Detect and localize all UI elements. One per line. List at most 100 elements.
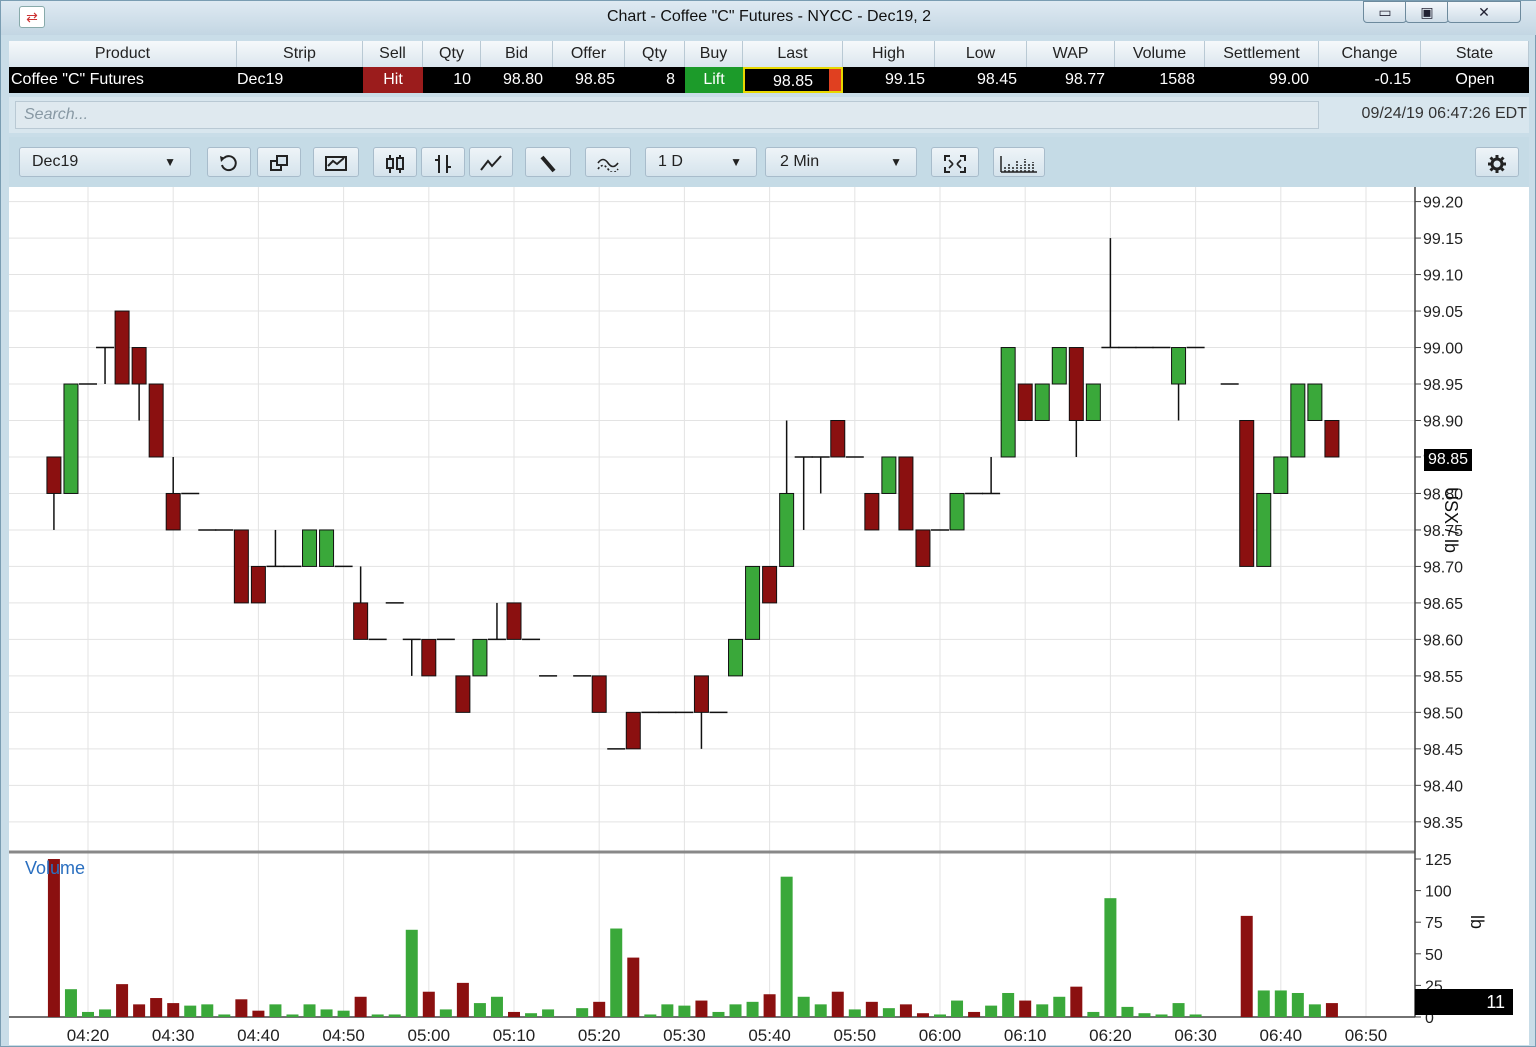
col-header-sell[interactable]: Sell — [363, 41, 423, 67]
search-input[interactable] — [15, 101, 1319, 129]
volume-bar-down — [968, 1011, 981, 1017]
volume-bar-up — [1036, 1004, 1049, 1017]
col-header-qty-offer[interactable]: Qty — [625, 41, 685, 67]
close-button[interactable]: ✕ — [1447, 1, 1521, 23]
volume-bar-up — [371, 1014, 384, 1017]
x-tick-label: 04:40 — [237, 1026, 280, 1045]
volume-bar-down — [354, 996, 367, 1017]
maximize-button[interactable]: ▣ — [1405, 1, 1449, 23]
cell-buy[interactable]: Lift — [685, 67, 743, 93]
volume-bar-up — [388, 1014, 401, 1017]
candle-down — [591, 675, 607, 713]
volume-bar-up — [320, 1009, 333, 1017]
duplicate-window-button[interactable] — [257, 147, 301, 177]
volume-bar-up — [1104, 898, 1117, 1017]
window-title: Chart - Coffee "C" Futures - NYCC - Dec1… — [606, 8, 932, 25]
draw-line-icon — [540, 155, 556, 173]
price-volume-chart[interactable]: 04:20 04:30 04:40 04:50 05:00 05:10 05:20 05:30… — [9, 187, 1529, 1045]
studies-button[interactable] — [585, 147, 631, 177]
volume-tick-label: 125 — [1425, 852, 1452, 869]
volume-bar-up — [661, 1004, 674, 1017]
candle-up — [1307, 383, 1323, 421]
volume-bar-up — [985, 1005, 998, 1017]
x-tick-label: 05:00 — [408, 1026, 451, 1045]
col-header-bid[interactable]: Bid — [481, 41, 553, 67]
line-chart-button[interactable] — [469, 147, 513, 177]
volume-bar-down — [167, 1003, 180, 1017]
chart-type-button[interactable] — [313, 147, 359, 177]
reset-button[interactable] — [207, 147, 251, 177]
ohlc-bars-button[interactable] — [421, 147, 465, 177]
strip-select[interactable]: Dec19 ▼ — [19, 147, 191, 177]
volume-bar-down — [47, 859, 60, 1017]
col-header-buy[interactable]: Buy — [685, 41, 743, 67]
interval-select-value: 2 Min — [780, 153, 820, 170]
col-header-settlement[interactable]: Settlement — [1205, 41, 1319, 67]
candle-up — [63, 383, 79, 494]
interval-select[interactable]: 2 Min ▼ — [765, 147, 917, 177]
col-header-volume[interactable]: Volume — [1115, 41, 1205, 67]
settings-button[interactable] — [1475, 147, 1519, 177]
fit-view-button[interactable] — [931, 147, 979, 177]
price-tick-label: 98.55 — [1423, 669, 1463, 686]
volume-bar-up — [82, 1011, 94, 1017]
x-tick-label: 06:20 — [1089, 1026, 1132, 1045]
cell-sell[interactable]: Hit — [363, 67, 423, 93]
volume-toggle-button[interactable] — [993, 147, 1045, 177]
cell-qty-bid: 10 — [423, 67, 481, 93]
chart-area[interactable]: 04:20 04:30 04:40 04:50 05:00 05:10 05:20 05:30… — [9, 187, 1529, 1045]
col-header-last[interactable]: Last — [743, 41, 843, 67]
volume-bar-up — [218, 1014, 231, 1017]
last-price-tag: 98.85 — [1424, 449, 1472, 471]
chevron-down-icon: ▼ — [164, 155, 176, 169]
volume-bar-up — [1155, 1014, 1168, 1017]
volume-bar-down — [1240, 915, 1253, 1017]
volume-tick-label: 50 — [1425, 947, 1443, 964]
volume-bar-up — [269, 1004, 282, 1017]
range-select[interactable]: 1 D ▼ — [645, 147, 757, 177]
candle-up — [745, 565, 761, 640]
maximize-icon: ▣ — [1420, 4, 1434, 20]
volume-bar-up — [1053, 996, 1066, 1017]
price-tick-label: 98.50 — [1423, 705, 1463, 722]
col-header-high[interactable]: High — [843, 41, 935, 67]
volume-bar-up — [542, 1009, 555, 1017]
price-tick-label: 98.70 — [1423, 559, 1463, 576]
draw-line-button[interactable] — [525, 147, 571, 177]
col-header-product[interactable]: Product — [9, 41, 237, 67]
x-tick-label: 06:00 — [919, 1026, 962, 1045]
col-header-strip[interactable]: Strip — [237, 41, 363, 67]
price-tick-label: 99.05 — [1423, 304, 1463, 321]
candle-down — [1324, 419, 1340, 458]
volume-toggle-icon — [1000, 156, 1037, 173]
title-bar[interactable]: ⇄ Chart - Coffee "C" Futures - NYCC - De… — [1, 1, 1536, 35]
candle-down — [693, 675, 709, 713]
volume-bar-up — [1291, 992, 1304, 1017]
x-tick-label: 04:50 — [322, 1026, 365, 1045]
candlestick-button[interactable] — [373, 147, 417, 177]
volume-bar-up — [882, 1008, 895, 1017]
col-header-state[interactable]: State — [1421, 41, 1529, 67]
volume-bar-up — [1189, 1014, 1202, 1017]
col-header-offer[interactable]: Offer — [553, 41, 625, 67]
volume-bar-up — [814, 1004, 827, 1017]
volume-bar-up — [848, 1009, 861, 1017]
cell-bid: 98.80 — [481, 67, 553, 93]
candle-up — [1000, 347, 1016, 458]
price-tick-label: 99.15 — [1423, 231, 1463, 248]
col-header-change[interactable]: Change — [1319, 41, 1421, 67]
candle-down — [114, 310, 130, 385]
candle-up — [949, 492, 965, 531]
col-header-qty-bid[interactable]: Qty — [423, 41, 481, 67]
volume-bar-down — [252, 1010, 265, 1017]
col-header-low[interactable]: Low — [935, 41, 1027, 67]
price-tick-label: 98.45 — [1423, 742, 1463, 759]
volume-bar-down — [1325, 1003, 1338, 1017]
volume-bar-up — [1172, 1003, 1185, 1017]
col-header-wap[interactable]: WAP — [1027, 41, 1115, 67]
cell-wap: 98.77 — [1027, 67, 1115, 93]
minimize-button[interactable]: ▭ — [1363, 1, 1407, 23]
candle-up — [779, 492, 795, 567]
x-tick-label: 06:30 — [1174, 1026, 1217, 1045]
volume-bar-up — [678, 1005, 691, 1017]
